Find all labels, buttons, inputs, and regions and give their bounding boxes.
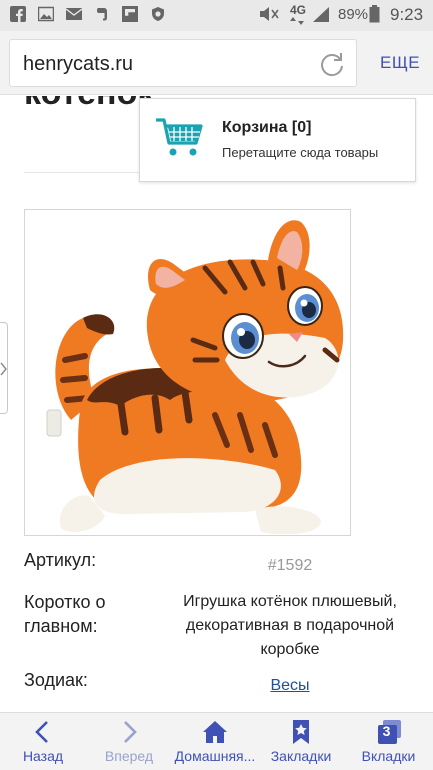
browser-bottom-nav: Назад Вперед Домашняя... Закладки 3 Вкла…	[0, 712, 433, 770]
sku-value: #1592	[267, 557, 313, 574]
tab-count: 3	[382, 723, 391, 739]
nav-home-label: Домашняя...	[174, 748, 256, 764]
nav-back[interactable]: Назад	[0, 713, 86, 770]
home-icon	[203, 721, 227, 743]
web-page: котёнок Корзина [0] Перетащите сюда това…	[0, 96, 433, 712]
more-button[interactable]: ЕЩЕ	[380, 53, 420, 73]
nav-bookmarks-label: Закладки	[270, 748, 332, 764]
cart-title: Корзина [0]	[222, 119, 312, 136]
product-image[interactable]	[24, 209, 351, 536]
chevron-right-icon	[0, 362, 7, 376]
sku-label: Артикул:	[24, 550, 97, 570]
plush-kitten-image	[46, 220, 344, 535]
summary-label-line2: главном:	[24, 616, 98, 636]
nav-forward-label: Вперед	[104, 748, 154, 764]
cart-subtitle: Перетащите сюда товары	[222, 145, 379, 160]
cart-widget[interactable]: Корзина [0] Перетащите сюда товары	[139, 98, 416, 182]
nav-tabs[interactable]: 3 Вкладки	[344, 713, 433, 770]
address-bar[interactable]: henrycats.ru	[9, 39, 357, 87]
nav-forward[interactable]: Вперед	[86, 713, 172, 770]
mute-icon	[260, 7, 279, 21]
zodiac-link[interactable]: Весы	[240, 674, 340, 698]
shield-icon	[152, 7, 164, 21]
flipboard-icon	[122, 6, 138, 22]
zodiac-label: Зодиак:	[24, 670, 88, 690]
url-text[interactable]: henrycats.ru	[23, 53, 133, 76]
page-title: котёнок	[24, 96, 154, 113]
signal-icon	[313, 7, 329, 22]
mail-icon	[66, 8, 82, 20]
nav-back-label: Назад	[22, 748, 64, 764]
evernote-icon	[97, 8, 107, 21]
facebook-icon	[10, 6, 26, 22]
network-type: 4G	[290, 3, 307, 17]
chevron-right-icon	[124, 721, 137, 743]
gallery-icon	[38, 6, 54, 22]
nav-home[interactable]: Домашняя...	[172, 713, 258, 770]
summary-line3: коробке	[260, 641, 320, 658]
battery-percent: 89%	[338, 6, 369, 23]
battery-icon	[369, 5, 380, 23]
browser-toolbar: henrycats.ru ЕЩЕ	[0, 31, 433, 95]
reload-icon[interactable]	[318, 50, 346, 78]
nav-bookmarks[interactable]: Закладки	[258, 713, 344, 770]
bookmark-star-icon	[293, 720, 309, 744]
shopping-cart-icon	[156, 118, 203, 156]
side-drawer-handle[interactable]	[0, 322, 8, 414]
nav-tabs-label: Вкладки	[361, 748, 416, 764]
status-bar: 4G 89% 9:23	[0, 0, 433, 31]
summary-label-line1: Коротко о	[24, 592, 106, 612]
data-arrows-icon	[290, 17, 304, 25]
summary-line1: Игрушка котёнок плюшевый,	[183, 593, 397, 610]
summary-line2: декоративная в подарочной	[185, 617, 395, 634]
clock: 9:23	[390, 5, 424, 24]
chevron-left-icon	[35, 721, 48, 743]
